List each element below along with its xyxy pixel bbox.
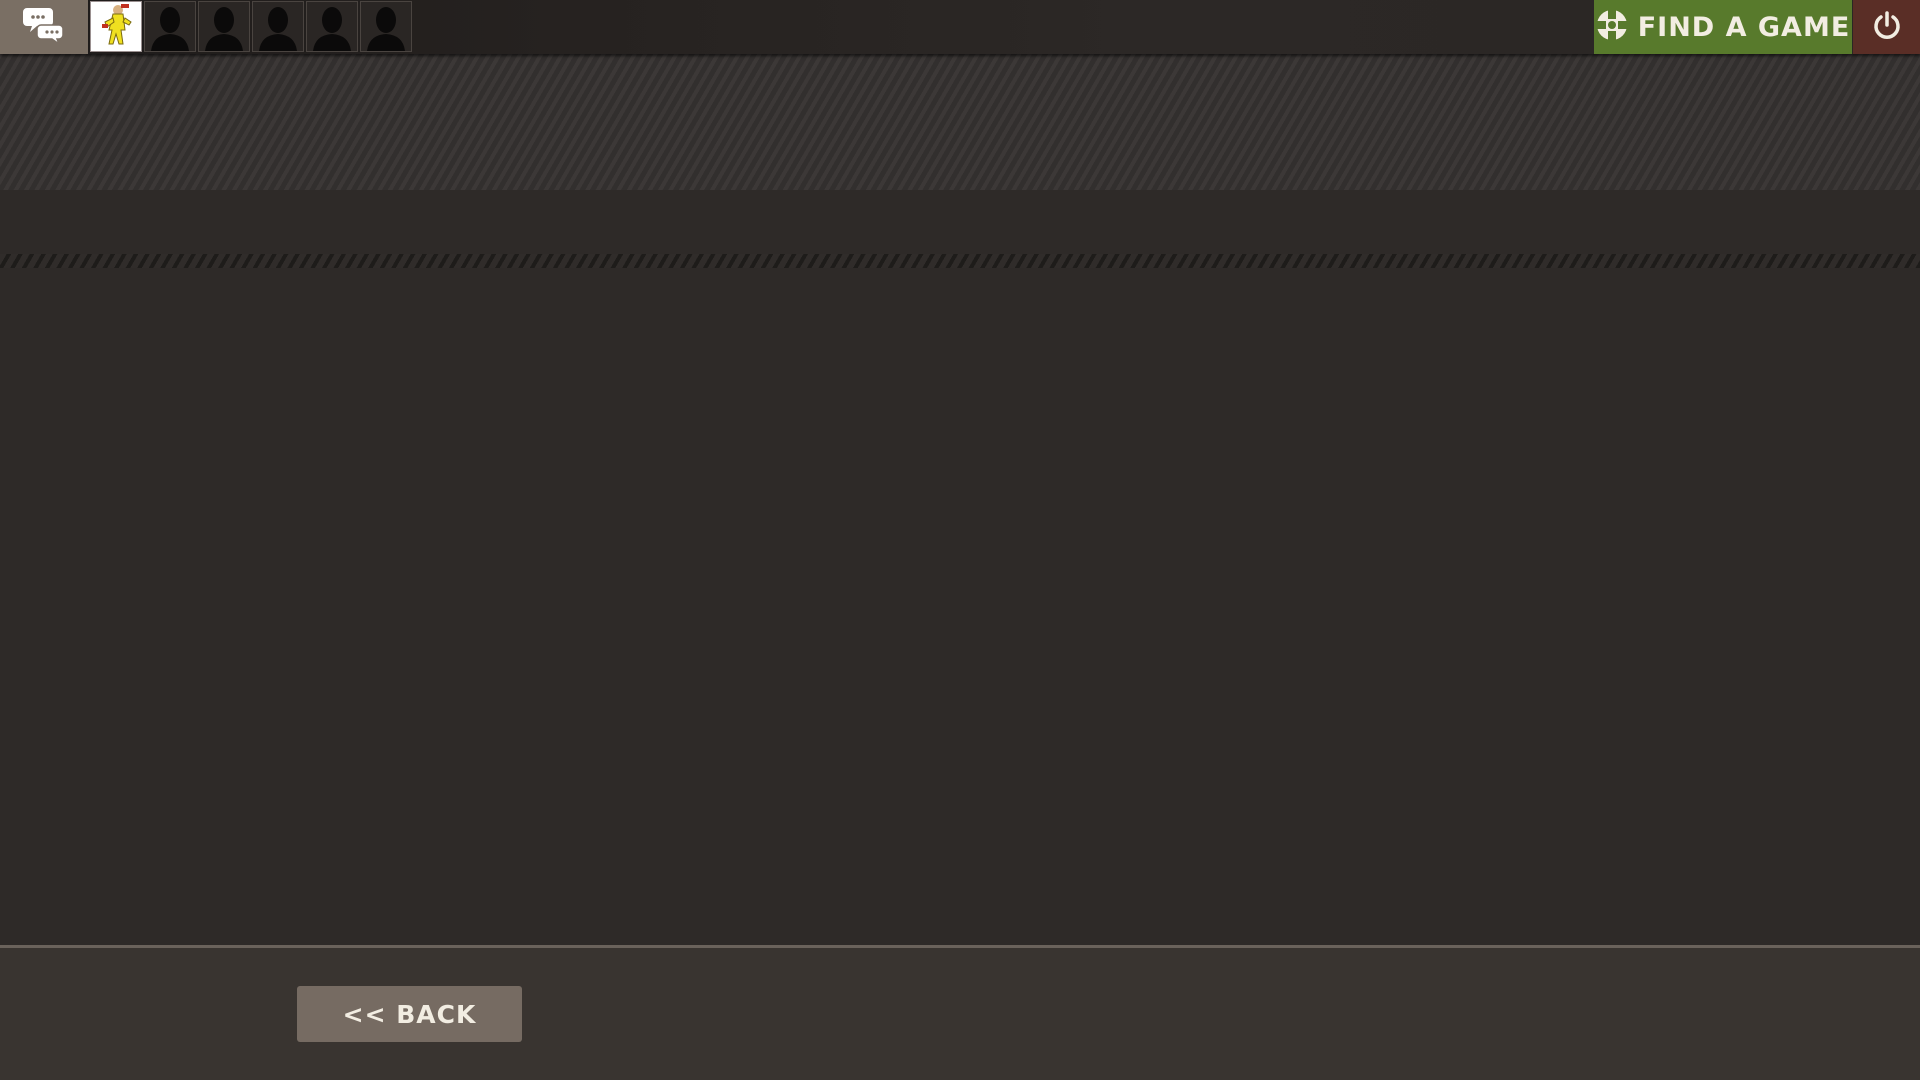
silhouette-icon bbox=[199, 7, 249, 51]
party-slot-empty[interactable] bbox=[144, 1, 196, 52]
party-slot-empty[interactable] bbox=[306, 1, 358, 52]
stitch-divider bbox=[0, 254, 1920, 268]
back-label: << BACK bbox=[342, 999, 477, 1029]
header-band bbox=[0, 54, 1920, 190]
content-area bbox=[0, 268, 1920, 945]
party-slot-player[interactable] bbox=[90, 1, 142, 52]
silhouette-icon bbox=[307, 7, 357, 51]
quit-button[interactable] bbox=[1853, 0, 1920, 54]
find-a-game-label: FIND A GAME bbox=[1637, 11, 1851, 43]
party-slot-empty[interactable] bbox=[198, 1, 250, 52]
party-slots bbox=[90, 1, 412, 52]
chat-button[interactable] bbox=[0, 0, 88, 54]
chat-bubbles-icon bbox=[23, 5, 65, 49]
find-a-game-button[interactable]: FIND A GAME bbox=[1594, 0, 1852, 54]
top-bar: FIND A GAME bbox=[0, 0, 1920, 54]
silhouette-icon bbox=[361, 7, 411, 51]
silhouette-icon bbox=[253, 7, 303, 51]
footer-bar: << BACK bbox=[0, 945, 1920, 1080]
back-button[interactable]: << BACK bbox=[297, 986, 522, 1042]
power-icon bbox=[1871, 9, 1903, 45]
party-slot-empty[interactable] bbox=[252, 1, 304, 52]
silhouette-icon bbox=[145, 7, 195, 51]
party-slot-empty[interactable] bbox=[360, 1, 412, 52]
main-menu-screen: FIND A GAME << BACK bbox=[0, 0, 1920, 1080]
player-avatar bbox=[91, 2, 141, 51]
tf2-logo-icon bbox=[1595, 9, 1628, 45]
